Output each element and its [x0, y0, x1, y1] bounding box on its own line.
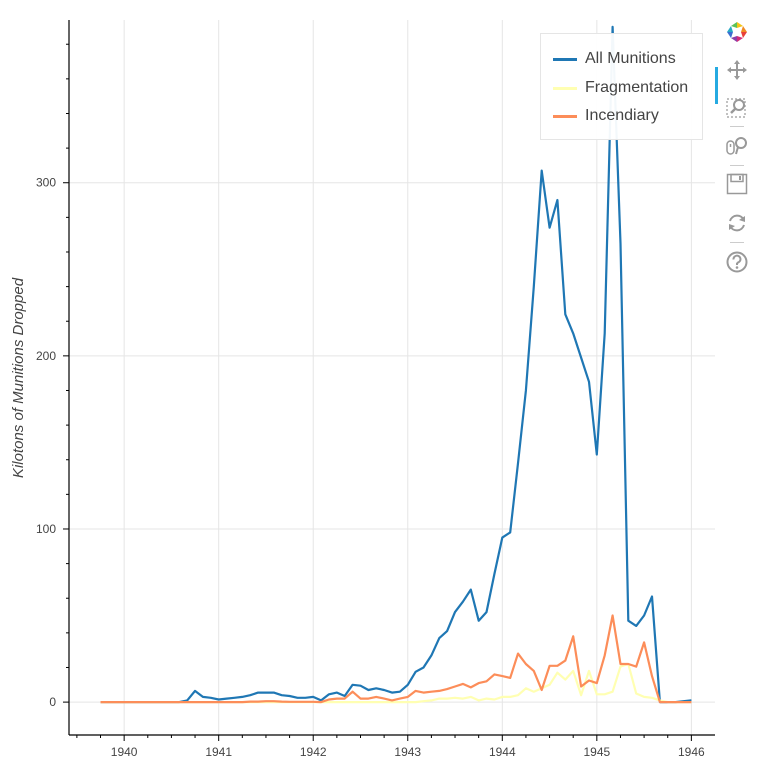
x-tick-label: 1943	[394, 745, 421, 759]
legend-swatch-incendiary	[553, 114, 577, 118]
wheel-zoom-icon[interactable]	[724, 133, 750, 159]
legend-label: Incendiary	[585, 107, 659, 124]
bokeh-logo-icon[interactable]	[724, 19, 750, 45]
legend-swatch-all-munitions	[553, 57, 577, 61]
legend-swatch-fragmentation	[553, 86, 577, 90]
x-tick-label: 1944	[489, 745, 516, 759]
series-line-incendiary	[100, 614, 692, 704]
y-tick-label: 0	[49, 695, 56, 709]
help-icon[interactable]	[724, 249, 750, 275]
x-tick-label: 1942	[300, 745, 327, 759]
y-tick-label: 200	[36, 349, 56, 363]
legend-item-all-munitions[interactable]: All Munitions	[553, 48, 676, 70]
legend-label: Fragmentation	[585, 79, 689, 96]
legend[interactable]: All Munitions Fragmentation Incendiary	[540, 33, 703, 140]
x-tick-label: 1946	[678, 745, 705, 759]
save-icon[interactable]	[724, 171, 750, 197]
pan-icon[interactable]	[724, 57, 750, 83]
toolbar-separator	[730, 165, 744, 166]
legend-item-fragmentation[interactable]: Fragmentation	[553, 77, 688, 99]
x-tick-label: 1945	[583, 745, 610, 759]
legend-item-incendiary[interactable]: Incendiary	[553, 105, 659, 127]
x-tick-label: 1940	[111, 745, 138, 759]
toolbar-separator	[730, 126, 744, 127]
active-tool-indicator	[715, 67, 718, 104]
y-tick-label: 300	[36, 176, 56, 190]
toolbar-separator	[730, 242, 744, 243]
x-tick-label: 1941	[205, 745, 232, 759]
y-tick-label: 100	[36, 522, 56, 536]
reset-icon[interactable]	[724, 210, 750, 236]
box-zoom-icon[interactable]	[724, 94, 750, 120]
y-axis-title: Kilotons of Munitions Dropped	[10, 277, 27, 478]
legend-label: All Munitions	[585, 50, 676, 67]
